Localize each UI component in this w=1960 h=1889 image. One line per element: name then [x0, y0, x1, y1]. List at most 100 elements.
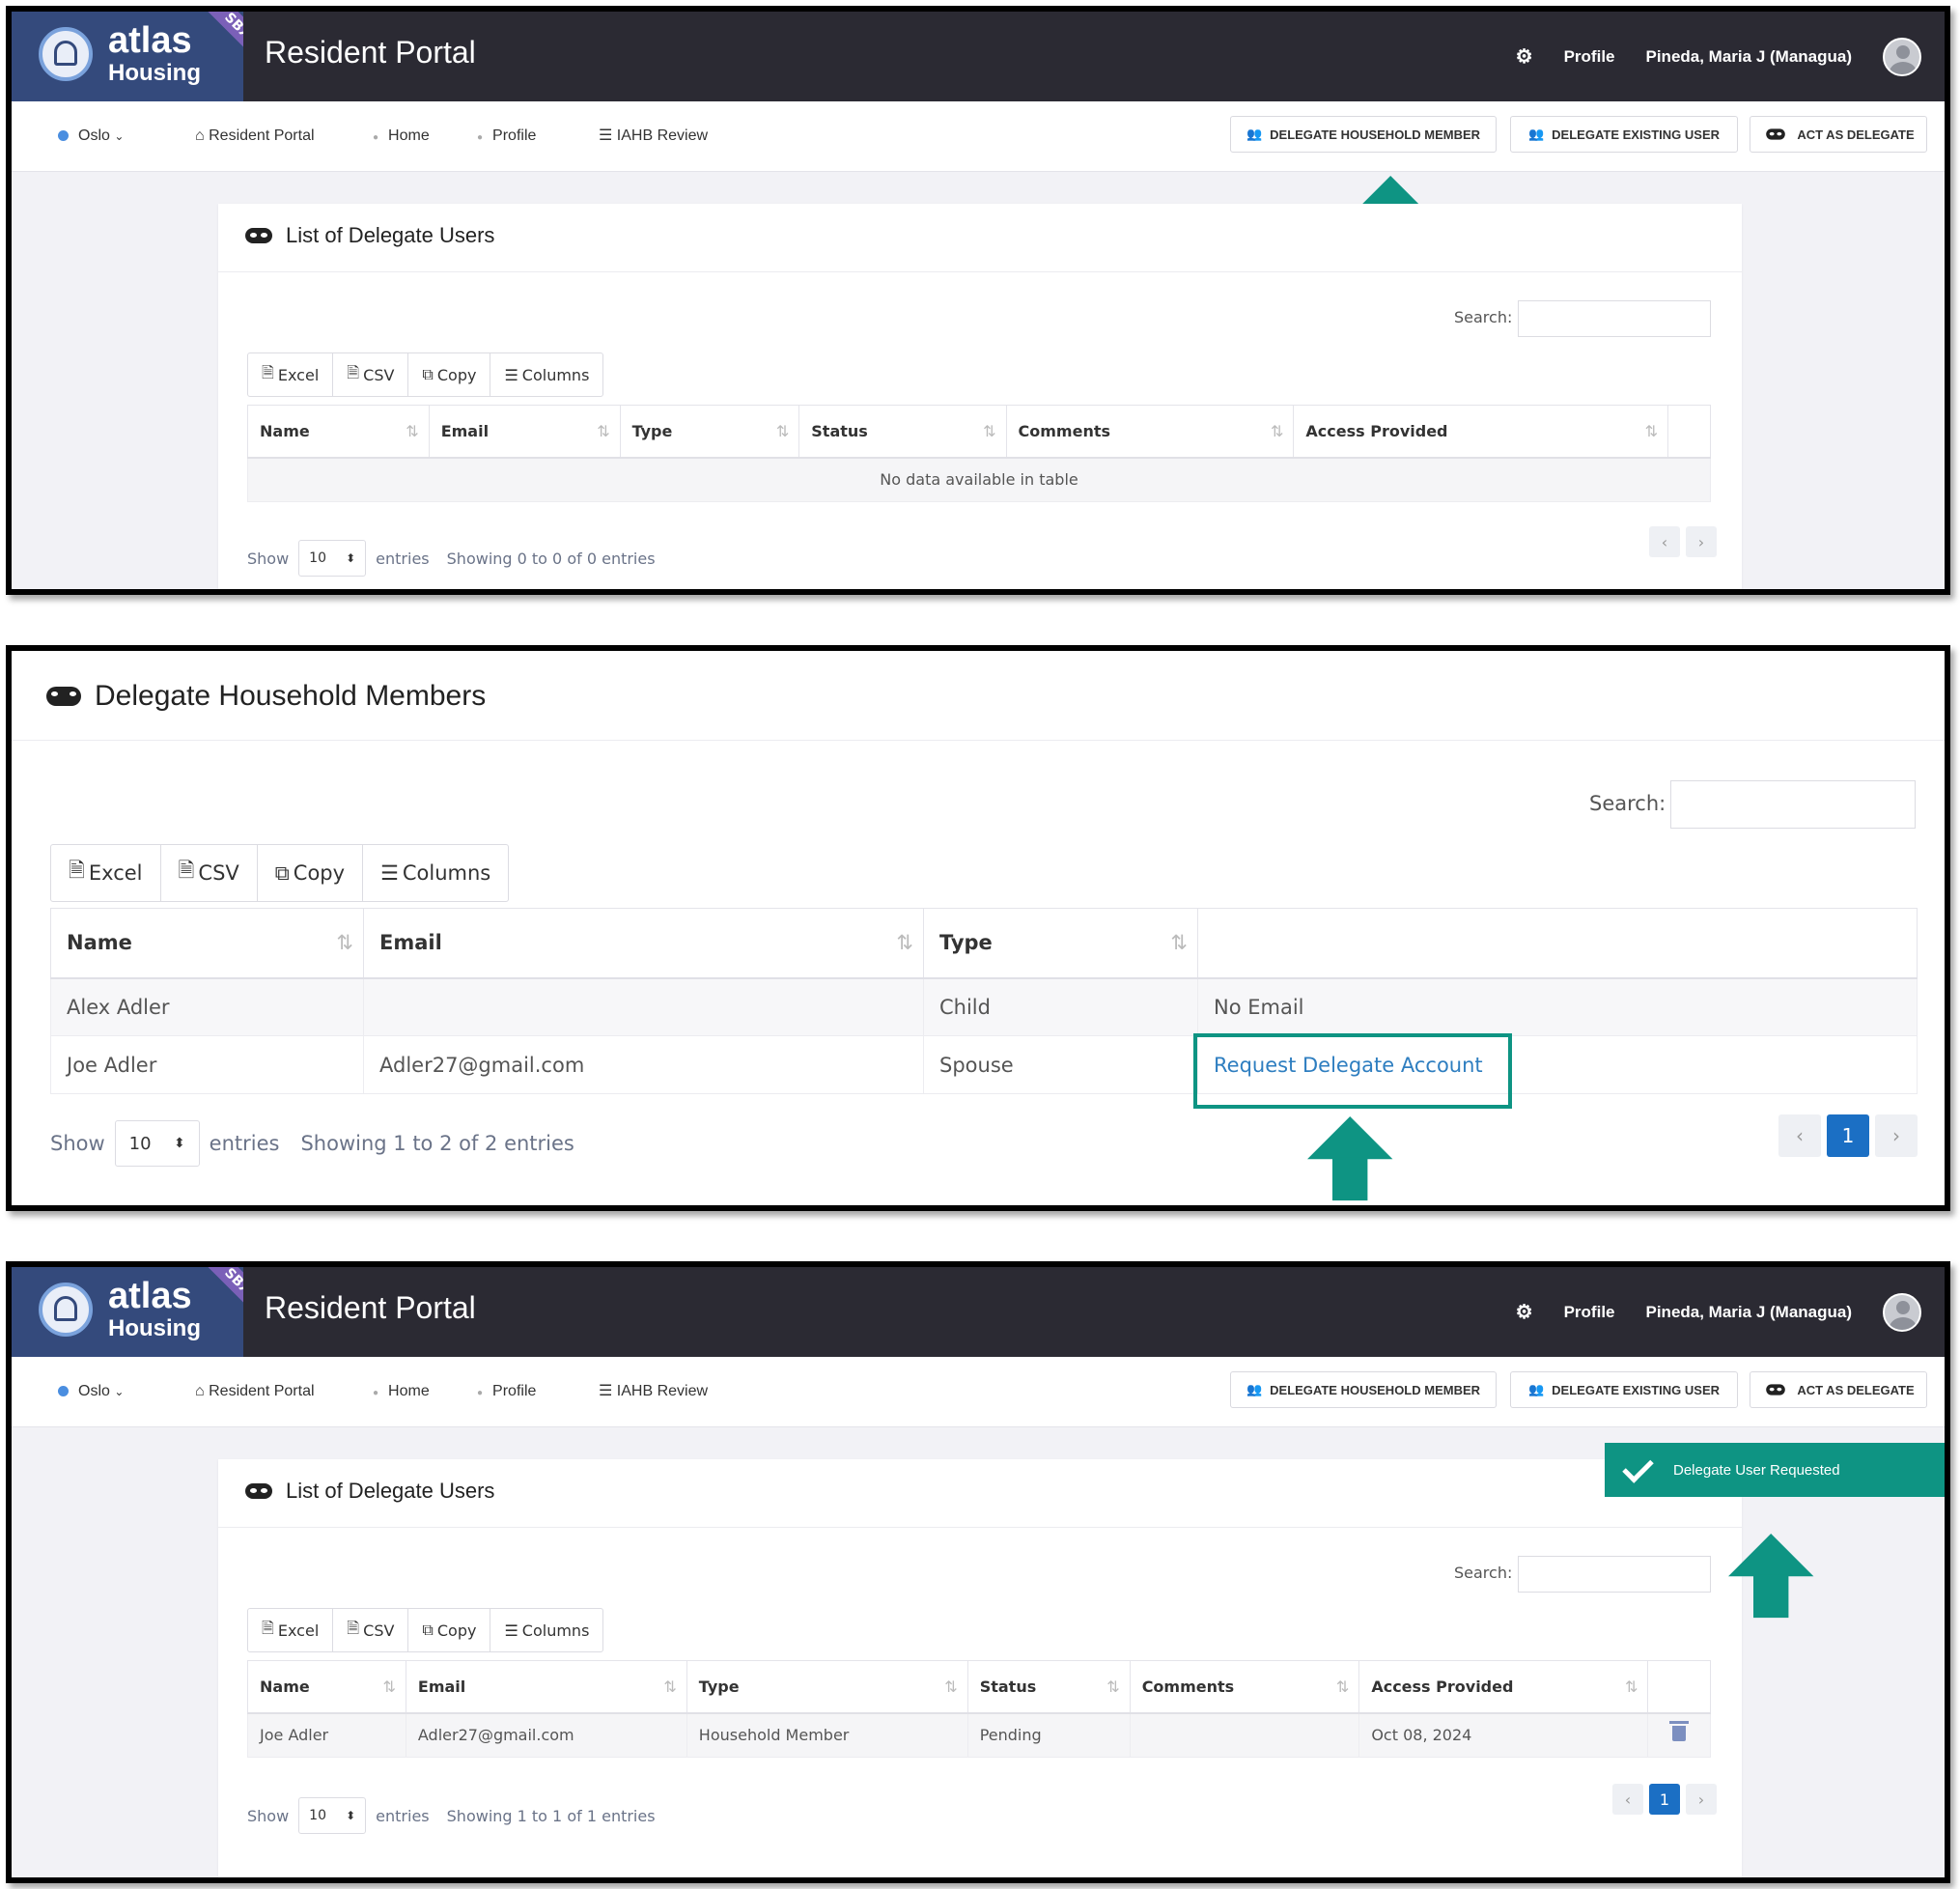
nav-iahb-review[interactable]: ☰ IAHB Review — [599, 1357, 708, 1426]
csv-button[interactable]: 🗎 CSV — [333, 353, 409, 396]
previous-page-button[interactable]: ‹ — [1778, 1114, 1821, 1157]
column-header-name[interactable]: Name ⇅ — [50, 908, 364, 979]
delegate-household-member-button[interactable]: 👥 DELEGATE HOUSEHOLD MEMBER — [1230, 1371, 1497, 1408]
header-profile-link[interactable]: Profile — [1564, 1303, 1615, 1322]
column-header-name[interactable]: Name ⇅ — [247, 405, 430, 459]
delegate-household-member-button[interactable]: 👥 DELEGATE HOUSEHOLD MEMBER — [1230, 116, 1497, 153]
user-name[interactable]: Pineda, Maria J (Managua) — [1646, 1303, 1853, 1322]
table-info: Showing 1 to 1 of 1 entries — [446, 1806, 656, 1825]
trash-icon[interactable] — [1669, 1720, 1690, 1741]
page-size-select[interactable]: 10 ⬍ — [114, 1120, 200, 1167]
sort-icon: ⇅ — [983, 421, 996, 440]
file-csv-icon: 🗎 — [347, 362, 360, 381]
atlas-housing-logo[interactable]: atlas Housing SBX — [12, 1267, 243, 1357]
button-label: Excel — [277, 365, 320, 384]
show-label: Show — [247, 1806, 290, 1825]
chevron-down-icon: ⌄ — [114, 1385, 125, 1398]
atlas-housing-logo[interactable]: atlas Housing SBX — [12, 12, 243, 101]
sort-icon: ⇅ — [382, 1677, 396, 1696]
excel-button[interactable]: 🗎 Excel — [248, 353, 334, 396]
columns-button[interactable]: ☰ Columns — [490, 353, 602, 396]
copy-button[interactable]: ⧉ Copy — [408, 1609, 491, 1651]
delegate-existing-user-button[interactable]: 👥 DELEGATE EXISTING USER — [1510, 116, 1738, 153]
table-row: Alex Adler Child No Email — [50, 977, 1918, 1036]
previous-page-button[interactable]: ‹ — [1612, 1784, 1643, 1815]
header-profile-link[interactable]: Profile — [1564, 47, 1615, 67]
column-header-type[interactable]: Type ⇅ — [923, 908, 1198, 979]
success-toast[interactable]: Delegate User Requested — [1605, 1443, 1945, 1497]
screenshot-panel-1: atlas Housing SBX Resident Portal ⚙ Prof… — [6, 6, 1950, 595]
highlight-box — [1193, 1033, 1512, 1109]
empty-message: No data available in table — [247, 457, 1711, 502]
columns-button[interactable]: ☰ Columns — [490, 1609, 602, 1651]
search-input[interactable] — [1670, 780, 1916, 829]
sort-arrows-icon: ⬍ — [346, 551, 356, 565]
column-header-comments[interactable]: Comments ⇅ — [1005, 405, 1295, 459]
nav-iahb-review[interactable]: ☰ IAHB Review — [599, 101, 708, 171]
next-page-button[interactable]: › — [1686, 1784, 1717, 1815]
search-input[interactable] — [1518, 300, 1711, 337]
file-excel-icon: 🗎 — [69, 858, 85, 882]
avatar[interactable] — [1883, 37, 1921, 76]
delegate-existing-user-button[interactable]: 👥 DELEGATE EXISTING USER — [1510, 1371, 1738, 1408]
column-header-type[interactable]: Type ⇅ — [619, 405, 800, 459]
cell-email — [363, 977, 924, 1036]
location-dot-icon — [58, 130, 69, 142]
page-size-select[interactable]: 10 ⬍ — [298, 1797, 367, 1834]
nav-profile[interactable]: ● Profile — [477, 1357, 536, 1426]
next-page-button[interactable]: › — [1686, 526, 1717, 557]
excel-button[interactable]: 🗎 Excel — [51, 845, 161, 901]
column-header-actions — [1667, 405, 1711, 459]
nav-home[interactable]: ● Home — [373, 101, 430, 171]
columns-button[interactable]: ☰ Columns — [363, 845, 508, 901]
mask-icon — [245, 1483, 272, 1499]
header-label: Comments — [1141, 1677, 1235, 1696]
header-label: Name — [260, 1677, 310, 1696]
csv-button[interactable]: 🗎 CSV — [333, 1609, 409, 1651]
gear-icon[interactable]: ⚙ — [1516, 1300, 1533, 1324]
button-label: CSV — [198, 861, 239, 885]
column-header-actions — [1647, 1660, 1711, 1714]
header-label: Type — [631, 421, 673, 440]
avatar[interactable] — [1883, 1292, 1921, 1332]
column-header-name[interactable]: Name ⇅ — [247, 1660, 406, 1714]
mask-icon — [245, 228, 272, 243]
column-header-comments[interactable]: Comments ⇅ — [1129, 1660, 1360, 1714]
nav-profile[interactable]: ● Profile — [477, 101, 536, 171]
previous-page-button[interactable]: ‹ — [1649, 526, 1680, 557]
page-button[interactable]: 1 — [1827, 1114, 1869, 1157]
button-label: CSV — [363, 365, 395, 384]
page-size-select[interactable]: 10 ⬍ — [298, 540, 367, 577]
copy-icon: ⧉ — [274, 860, 290, 885]
header-label: Email — [379, 931, 442, 955]
nav-resident-portal[interactable]: ⌂ Resident Portal — [195, 1357, 315, 1426]
column-header-type[interactable]: Type ⇅ — [686, 1660, 968, 1714]
location-dropdown[interactable]: Oslo ⌄ — [58, 101, 124, 171]
column-header-status[interactable]: Status ⇅ — [798, 405, 1007, 459]
copy-button[interactable]: ⧉ Copy — [258, 845, 364, 901]
csv-button[interactable]: 🗎 CSV — [161, 845, 258, 901]
user-name[interactable]: Pineda, Maria J (Managua) — [1646, 47, 1853, 67]
page-button[interactable]: 1 — [1649, 1784, 1680, 1815]
column-header-status[interactable]: Status ⇅ — [966, 1660, 1131, 1714]
sort-icon: ⇅ — [775, 421, 790, 440]
nav-home[interactable]: ● Home — [373, 1357, 430, 1426]
column-header-email[interactable]: Email ⇅ — [363, 908, 924, 979]
column-header-email[interactable]: Email ⇅ — [405, 1660, 687, 1714]
column-header-email[interactable]: Email ⇅ — [428, 405, 621, 459]
nav-resident-portal[interactable]: ⌂ Resident Portal — [195, 101, 315, 171]
column-header-access-provided[interactable]: Access Provided ⇅ — [1293, 405, 1669, 459]
table-footer: Show 10 ⬍ entries Showing 1 to 1 of 1 ent… — [247, 1797, 656, 1834]
next-page-button[interactable]: › — [1875, 1114, 1918, 1157]
excel-button[interactable]: 🗎 Excel — [248, 1609, 334, 1651]
search-input[interactable] — [1518, 1556, 1711, 1593]
column-header-access-provided[interactable]: Access Provided ⇅ — [1358, 1660, 1649, 1714]
gear-icon[interactable]: ⚙ — [1516, 44, 1533, 69]
copy-button[interactable]: ⧉ Copy — [408, 353, 491, 396]
location-dropdown[interactable]: Oslo ⌄ — [58, 1357, 124, 1426]
act-as-delegate-button[interactable]: ACT AS DELEGATE — [1750, 1371, 1927, 1408]
act-as-delegate-button[interactable]: ACT AS DELEGATE — [1750, 116, 1927, 153]
sort-icon: ⇅ — [336, 931, 353, 955]
list-icon: ☰ — [599, 127, 613, 144]
bullet-icon: ● — [477, 1388, 484, 1398]
